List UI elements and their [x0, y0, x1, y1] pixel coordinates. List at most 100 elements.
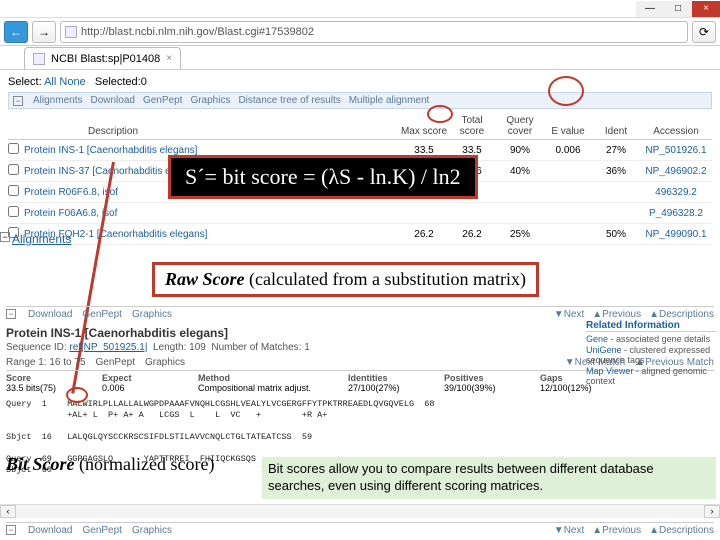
bottom-download-link[interactable]: Download [28, 525, 72, 536]
positives-value: 39/100(39%) [444, 383, 540, 393]
bottom-genpept-link[interactable]: GenPept [82, 525, 121, 536]
browser-navbar: ← → http://blast.ncbi.nlm.nih.gov/Blast.… [0, 18, 720, 46]
row-query-cover: 40% [496, 166, 544, 177]
collapse-alignments-icon[interactable]: − [0, 232, 10, 242]
tab-title: NCBI Blast:sp|P01408 [51, 53, 160, 65]
detail-descriptions-link[interactable]: ▲Descriptions [649, 309, 714, 320]
bit-score-formula: S´= bit score = (λS - ln.K) / ln2 [168, 155, 478, 199]
window-titlebar: — □ × [0, 0, 720, 18]
row-description-link[interactable]: Protein FQH2-1 [Caenorhabditis elegans] [24, 229, 400, 240]
row-total-score: 26.2 [448, 229, 496, 240]
related-gene-desc: - associated gene details [611, 334, 711, 344]
url-text: http://blast.ncbi.nlm.nih.gov/Blast.cgi#… [81, 26, 314, 38]
bit-score-subtitle: (normalized score) [79, 454, 214, 474]
refresh-button[interactable]: ⟳ [692, 21, 716, 43]
row-description-link[interactable]: Protein INS-1 [Caenorhabditis elegans] [24, 145, 400, 156]
graphics-link[interactable]: Graphics [190, 95, 230, 106]
scroll-track[interactable] [16, 505, 704, 518]
download-link[interactable]: Download [90, 95, 134, 106]
seq-length: Length: 109 [153, 342, 206, 353]
related-title: Related Information [586, 320, 716, 332]
window-minimize-button[interactable]: — [636, 1, 664, 17]
select-none-link[interactable]: None [59, 76, 85, 88]
bottom-graphics-link[interactable]: Graphics [132, 525, 172, 536]
horizontal-scrollbar[interactable]: ‹ › [0, 504, 720, 518]
range-graphics-link[interactable]: Graphics [145, 357, 185, 368]
related-map-link[interactable]: Map Viewer [586, 366, 633, 376]
row-accession-link[interactable]: NP_501926.1 [640, 145, 712, 156]
row-max-score: 33.5 [400, 145, 448, 156]
row-ident: 36% [592, 166, 640, 177]
raw-score-title: Raw Score [165, 269, 245, 289]
bit-score-annotation: Bit Score (normalized score) [6, 454, 214, 475]
bottom-previous-link[interactable]: ▲Previous [592, 525, 641, 536]
alignments-link[interactable]: Alignments [33, 95, 82, 106]
distance-tree-link[interactable]: Distance tree of results [238, 95, 340, 106]
page-icon [65, 26, 77, 38]
multiple-alignment-link[interactable]: Multiple alignment [349, 95, 430, 106]
detail-graphics-link[interactable]: Graphics [132, 309, 172, 320]
bit-score-highlight-circle [66, 387, 88, 403]
col-max-score: Max score [400, 126, 448, 137]
range-genpept-link[interactable]: GenPept [96, 357, 135, 368]
row-accession-link[interactable]: NP_496902.2 [640, 166, 712, 177]
row-checkbox[interactable] [8, 185, 19, 196]
detail-collapse-icon[interactable]: − [6, 309, 16, 319]
window-maximize-button[interactable]: □ [664, 1, 692, 17]
tab-close-button[interactable]: × [166, 53, 172, 64]
identities-header: Identities [348, 373, 444, 383]
browser-tab[interactable]: NCBI Blast:sp|P01408 × [24, 47, 181, 69]
score-value: 33.5 bits(75) [6, 383, 102, 393]
positives-header: Positives [444, 373, 540, 383]
window-close-button[interactable]: × [692, 1, 720, 17]
tab-strip: NCBI Blast:sp|P01408 × [0, 46, 720, 70]
row-checkbox[interactable] [8, 164, 19, 175]
method-value: Compositional matrix adjust. [198, 383, 348, 393]
bottom-descriptions-link[interactable]: ▲Descriptions [649, 525, 714, 536]
back-button[interactable]: ← [4, 21, 28, 43]
related-gene-link[interactable]: Gene [586, 334, 608, 344]
row-checkbox[interactable] [8, 206, 19, 217]
favicon-icon [33, 53, 45, 65]
forward-button[interactable]: → [32, 21, 56, 43]
detail-genpept-link[interactable]: GenPept [82, 309, 121, 320]
seq-matches: Number of Matches: 1 [211, 342, 309, 353]
col-description: Description [8, 126, 400, 137]
method-header: Method [198, 373, 348, 383]
detail-download-link[interactable]: Download [28, 309, 72, 320]
alignments-header[interactable]: Alignments [12, 232, 71, 246]
row-ident: 50% [592, 229, 640, 240]
row-accession-link[interactable]: P_496328.2 [640, 208, 712, 219]
scroll-right-button[interactable]: › [704, 505, 720, 518]
col-e-value: E value [544, 126, 592, 137]
scroll-left-button[interactable]: ‹ [0, 505, 16, 518]
select-all-link[interactable]: All [44, 76, 56, 88]
max-score-highlight-circle [427, 105, 453, 123]
range-label: Range 1: 16 to 75 [6, 357, 86, 368]
col-ident: Ident [592, 126, 640, 137]
detail-previous-link[interactable]: ▲Previous [592, 309, 641, 320]
bottom-nav-bar: − Download GenPept Graphics ▼Next ▲Previ… [6, 522, 714, 536]
url-box[interactable]: http://blast.ncbi.nlm.nih.gov/Blast.cgi#… [60, 21, 688, 43]
collapse-icon[interactable]: − [13, 96, 23, 106]
table-row: Protein FQH2-1 [Caenorhabditis elegans]2… [8, 224, 712, 245]
expect-value: 0.006 [102, 383, 198, 393]
table-row: Protein F06A6.8, isof P_496328.2 [8, 203, 712, 224]
row-accession-link[interactable]: 496329.2 [640, 187, 712, 198]
seqid-link[interactable]: ref|NP_501925.1| [69, 342, 147, 353]
detail-next-link[interactable]: ▼Next [554, 309, 584, 320]
row-checkbox[interactable] [8, 143, 19, 154]
row-max-score: 26.2 [400, 229, 448, 240]
col-total-score: Total score [448, 115, 496, 137]
table-header: Description Max score Total score Query … [8, 111, 712, 140]
identities-value: 27/100(27%) [348, 383, 444, 393]
seqid-label: Sequence ID: [6, 342, 67, 353]
bottom-collapse-icon[interactable]: − [6, 525, 16, 535]
genpept-link[interactable]: GenPept [143, 95, 182, 106]
bottom-next-link[interactable]: ▼Next [554, 525, 584, 536]
row-accession-link[interactable]: NP_499090.1 [640, 229, 712, 240]
row-e-value: 0.006 [544, 145, 592, 156]
row-description-link[interactable]: Protein F06A6.8, isof [24, 208, 400, 219]
row-query-cover: 25% [496, 229, 544, 240]
related-unigene-link[interactable]: UniGene [586, 345, 622, 355]
